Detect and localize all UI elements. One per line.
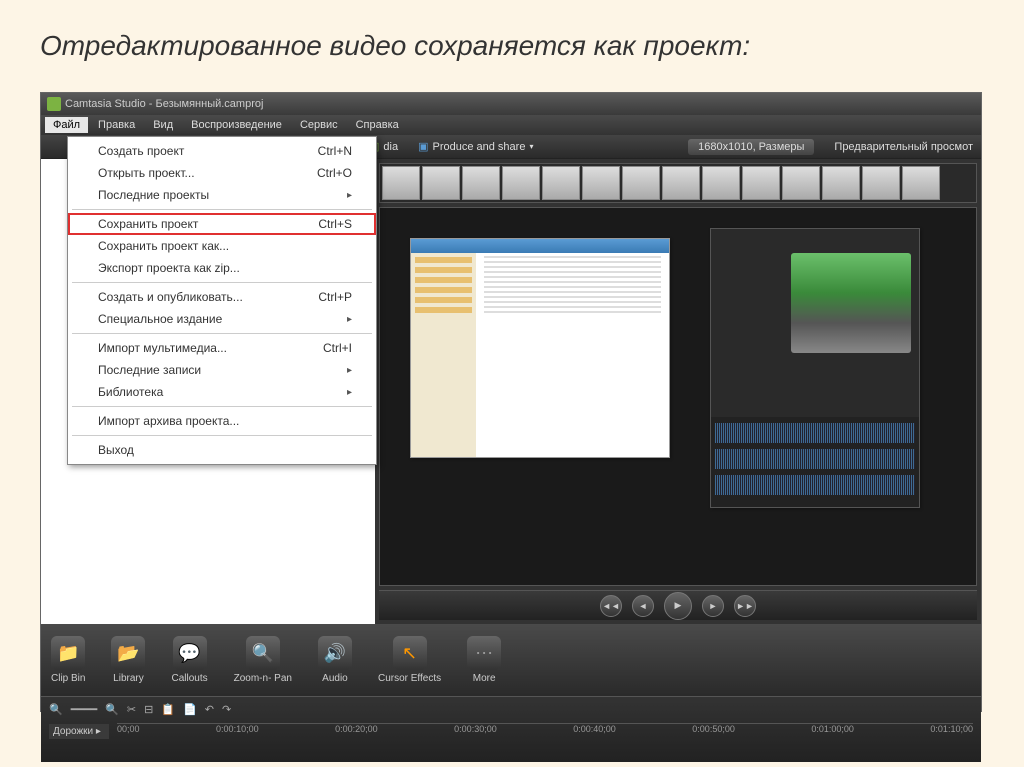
- titlebar-text: Camtasia Studio - Безымянный.camproj: [65, 98, 263, 110]
- file-menu-dropdown: Создать проектCtrl+N Открыть проект...Ct…: [67, 136, 377, 465]
- thumbnail-strip[interactable]: [379, 163, 977, 203]
- time-tick: 0:00:40;00: [573, 724, 616, 739]
- zoom-out-icon[interactable]: 🔍: [49, 703, 63, 716]
- thumbnail[interactable]: [742, 166, 780, 200]
- undo-icon[interactable]: ↶: [205, 703, 214, 716]
- menu-item-exit[interactable]: Выход: [68, 439, 376, 461]
- zoom-slider[interactable]: ━━━━: [71, 703, 98, 716]
- thumbnail[interactable]: [542, 166, 580, 200]
- produce-share-button[interactable]: ▣Produce and share▾: [418, 140, 533, 153]
- thumbnail[interactable]: [582, 166, 620, 200]
- timeline-ruler[interactable]: 00;00 0:00:10;00 0:00:20;00 0:00:30;00 0…: [117, 723, 973, 739]
- titlebar: Camtasia Studio - Безымянный.camproj: [41, 93, 981, 115]
- tracks-label[interactable]: Дорожки ▸: [49, 724, 109, 739]
- thumbnail[interactable]: [422, 166, 460, 200]
- app-window: Camtasia Studio - Безымянный.camproj Фай…: [40, 92, 982, 712]
- menu-item-import-media[interactable]: Импорт мультимедиа...Ctrl+I: [68, 337, 376, 359]
- thumbnail[interactable]: [902, 166, 940, 200]
- menu-item-recent-recordings[interactable]: Последние записи: [68, 359, 376, 381]
- preview-canvas[interactable]: [379, 207, 977, 586]
- menu-help[interactable]: Справка: [348, 117, 407, 133]
- time-tick: 0:01:00;00: [811, 724, 854, 739]
- thumbnail[interactable]: [702, 166, 740, 200]
- menu-item-recent-projects[interactable]: Последние проекты: [68, 184, 376, 206]
- menu-item-save-project-as[interactable]: Сохранить проект как...: [68, 235, 376, 257]
- menu-separator: [72, 209, 372, 210]
- menu-tools[interactable]: Сервис: [292, 117, 346, 133]
- play-button[interactable]: ▶: [664, 592, 692, 620]
- thumbnail[interactable]: [782, 166, 820, 200]
- step-back-button[interactable]: ◄: [632, 595, 654, 617]
- timeline-controls: 🔍 ━━━━ 🔍 ✂ ⊟ 📋 📄 ↶ ↷: [41, 697, 981, 721]
- thumbnail[interactable]: [622, 166, 660, 200]
- zoom-in-icon[interactable]: 🔍: [105, 703, 119, 716]
- time-tick: 0:00:20;00: [335, 724, 378, 739]
- slide-title: Отредактированное видео сохраняется как …: [40, 30, 984, 62]
- tab-cursor-effects[interactable]: ↖Cursor Effects: [378, 636, 441, 684]
- thumbnail[interactable]: [662, 166, 700, 200]
- tab-more[interactable]: ⋯More: [467, 636, 501, 684]
- menu-item-import-archive[interactable]: Импорт архива проекта...: [68, 410, 376, 432]
- playback-controls: ◄◄ ◄ ▶ ► ►►: [379, 590, 977, 620]
- dimensions-selector[interactable]: 1680x1010, Размеры: [688, 139, 814, 155]
- thumbnail[interactable]: [502, 166, 540, 200]
- menu-separator: [72, 435, 372, 436]
- tab-library[interactable]: 📂Library: [111, 636, 145, 684]
- cut-icon[interactable]: ✂: [127, 703, 136, 716]
- menubar: Файл Правка Вид Воспроизведение Сервис С…: [41, 115, 981, 135]
- tab-zoom-pan[interactable]: 🔍Zoom-n- Pan: [234, 636, 292, 684]
- menu-edit[interactable]: Правка: [90, 117, 143, 133]
- menu-item-open-project[interactable]: Открыть проект...Ctrl+O: [68, 162, 376, 184]
- app-icon: [47, 97, 61, 111]
- preview-image: [791, 253, 911, 353]
- timeline: 🔍 ━━━━ 🔍 ✂ ⊟ 📋 📄 ↶ ↷ Дорожки ▸ 00;00 0:0…: [41, 696, 981, 762]
- time-tick: 0:01:10;00: [930, 724, 973, 739]
- time-tick: 00;00: [117, 724, 140, 739]
- tab-clip-bin[interactable]: 📁Clip Bin: [51, 636, 85, 684]
- menu-item-save-project[interactable]: Сохранить проектCtrl+S: [68, 213, 376, 235]
- redo-icon[interactable]: ↷: [222, 703, 231, 716]
- thumbnail[interactable]: [462, 166, 500, 200]
- menu-file[interactable]: Файл: [45, 117, 88, 133]
- time-tick: 0:00:50;00: [692, 724, 735, 739]
- prev-button[interactable]: ◄◄: [600, 595, 622, 617]
- timeline-track-header: Дорожки ▸ 00;00 0:00:10;00 0:00:20;00 0:…: [41, 721, 981, 741]
- menu-item-produce[interactable]: Создать и опубликовать...Ctrl+P: [68, 286, 376, 308]
- time-tick: 0:00:10;00: [216, 724, 259, 739]
- step-fwd-button[interactable]: ►: [702, 595, 724, 617]
- preview-mock-window: [410, 238, 670, 458]
- menu-play[interactable]: Воспроизведение: [183, 117, 290, 133]
- split-icon[interactable]: ⊟: [144, 703, 153, 716]
- preview-panel: ◄◄ ◄ ▶ ► ►►: [375, 159, 981, 624]
- menu-separator: [72, 282, 372, 283]
- thumbnail[interactable]: [382, 166, 420, 200]
- menu-separator: [72, 406, 372, 407]
- next-button[interactable]: ►►: [734, 595, 756, 617]
- tab-audio[interactable]: 🔊Audio: [318, 636, 352, 684]
- menu-item-new-project[interactable]: Создать проектCtrl+N: [68, 140, 376, 162]
- preview-mock-editor: [710, 228, 920, 508]
- copy-icon[interactable]: 📋: [161, 703, 175, 716]
- paste-icon[interactable]: 📄: [183, 703, 197, 716]
- menu-separator: [72, 333, 372, 334]
- menu-view[interactable]: Вид: [145, 117, 181, 133]
- tab-callouts[interactable]: 💬Callouts: [171, 636, 207, 684]
- time-tick: 0:00:30;00: [454, 724, 497, 739]
- tool-tabs: 📁Clip Bin 📂Library 💬Callouts 🔍Zoom-n- Pa…: [41, 624, 981, 696]
- preview-label: Предварительный просмот: [834, 141, 973, 153]
- thumbnail[interactable]: [862, 166, 900, 200]
- menu-item-special-edition[interactable]: Специальное издание: [68, 308, 376, 330]
- thumbnail[interactable]: [822, 166, 860, 200]
- menu-item-export-zip[interactable]: Экспорт проекта как zip...: [68, 257, 376, 279]
- menu-item-library[interactable]: Библиотека: [68, 381, 376, 403]
